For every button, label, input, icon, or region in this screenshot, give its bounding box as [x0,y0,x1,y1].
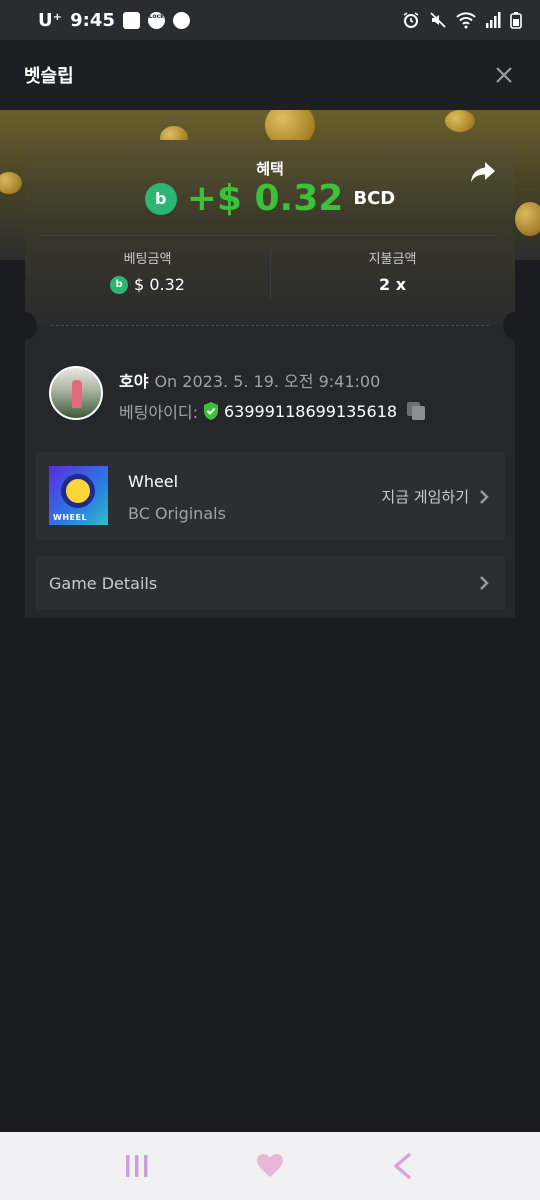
bet-id-line: 베팅아이디: 63999118699135618 [119,399,426,423]
heart-home-icon [256,1154,283,1177]
status-right [402,11,522,29]
ticket-notch [503,312,527,340]
coin-decoration [445,110,475,132]
divider [39,235,501,236]
gallery-icon [122,11,140,29]
system-nav-bar [0,1132,540,1200]
avatar[interactable] [49,366,103,420]
status-time: 9:45 [70,9,115,31]
status-left: U⁺ 9:45 Lock [38,10,190,31]
bet-amount-value-row: b $ 0.32 [25,275,270,294]
play-now-link[interactable]: 지금 게임하기 [381,486,489,507]
battery-icon [510,12,522,29]
payout-value: 2 x [378,275,407,294]
mute-icon [430,12,446,28]
copy-bet-id-button[interactable] [407,402,426,420]
copy-icon [412,406,426,420]
game-row[interactable]: WHEEL Wheel BC Originals 지금 게임하기 [35,452,505,540]
bcd-coin-icon: b [110,275,129,294]
wifi-icon [456,12,476,29]
user-name[interactable]: 호야 [119,372,148,391]
alarm-icon [403,12,419,28]
profit-row: b +$ 0.32 BCD [25,178,515,219]
bet-amount-block: 베팅금액 b $ 0.32 [25,248,270,294]
bet-amount-value: $ 0.32 [134,275,185,294]
profit-currency: BCD [353,188,396,209]
avatar-figure [72,380,82,408]
chevron-right-icon [480,489,489,504]
back-icon [394,1152,412,1180]
bcd-coin-icon: b [144,182,177,215]
recent-apps-icon [125,1155,148,1177]
bet-id-label: 베팅아이디: [119,403,198,422]
header-bar: 벳슬립 [0,40,540,110]
payout-block: 지불금액 2 x [270,248,515,294]
wheel-icon [61,474,95,508]
dashed-divider [51,325,489,326]
carrier-label: U⁺ [38,9,63,31]
lock-app-icon: Lock [147,11,165,29]
user-line: 호야 On 2023. 5. 19. 오전 9:41:00 [119,368,380,392]
game-thumb-label: WHEEL [53,513,88,522]
signal-icon [486,12,501,28]
bet-id: 63999118699135618 [224,401,398,421]
bet-slip-card: 혜택 b +$ 0.32 BCD 베팅금액 b $ 0.32 지불금액 2 x … [13,140,527,618]
game-details-label: Game Details [49,573,158,593]
chevron-right-icon [480,576,489,590]
game-details-button[interactable]: Game Details [35,556,505,610]
page-title: 벳슬립 [24,66,74,87]
user-info: 호야 On 2023. 5. 19. 오전 9:41:00 베팅아이디: 6399… [49,366,489,423]
close-icon [496,67,512,83]
game-name: Wheel [128,472,179,491]
profit-amount: +$ 0.32 [186,178,344,219]
ticket-notch [13,312,37,340]
game-thumbnail: WHEEL [49,466,108,525]
verified-shield-icon [204,402,218,420]
payout-label: 지불금액 [368,252,417,267]
home-button[interactable] [240,1141,300,1191]
bet-amount-label: 베팅금액 [123,252,172,267]
chat-icon [172,11,190,29]
game-provider: BC Originals [128,504,226,523]
bet-date: On 2023. 5. 19. 오전 9:41:00 [154,372,381,391]
back-button[interactable] [373,1141,433,1191]
play-now-label: 지금 게임하기 [381,488,469,506]
coin-decoration [0,172,22,194]
status-bar: U⁺ 9:45 Lock [0,0,540,40]
coin-decoration [515,202,540,236]
benefit-label: 혜택 [256,160,284,178]
close-button[interactable] [492,63,516,87]
recent-apps-button[interactable] [107,1141,167,1191]
